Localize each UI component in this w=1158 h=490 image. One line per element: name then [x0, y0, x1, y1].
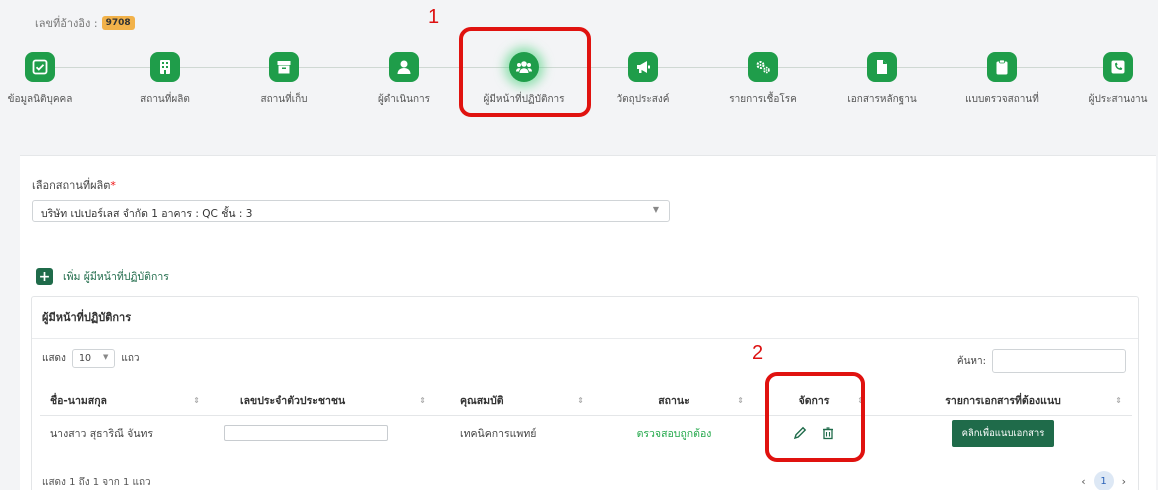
- phone-icon: [1103, 52, 1133, 82]
- step-evidence-docs[interactable]: เอกสารหลักฐาน: [822, 52, 942, 107]
- practitioners-table: ชื่อ-นามสกุล ⇕ เลขประจำตัวประชาชน ⇕ คุณสมบ…: [40, 387, 1132, 451]
- sort-icon: ⇕: [737, 396, 744, 405]
- card-title: ผู้มีหน้าที่ปฏิบัติการ: [32, 297, 1138, 339]
- site-select[interactable]: บริษัท เปเปอร์เลส จำกัด 1 อาคาร : QC ชั้…: [32, 200, 670, 222]
- clipboard-icon: [987, 52, 1017, 82]
- column-header-name[interactable]: ชื่อ-นามสกุล ⇕: [40, 387, 210, 416]
- step-production-site[interactable]: สถานที่ผลิต: [105, 52, 225, 107]
- column-header-qualification[interactable]: คุณสมบัติ ⇕: [436, 387, 594, 416]
- step-label: วัตถุประสงค์: [616, 94, 670, 105]
- cell-national-id: [210, 415, 436, 451]
- megaphone-icon: [628, 52, 658, 82]
- building-icon: [150, 52, 180, 82]
- chevron-down-icon: ▼: [652, 205, 659, 214]
- table-info: แสดง 1 ถึง 1 จาก 1 แถว: [42, 477, 151, 488]
- table-header-row: ชื่อ-นามสกุล ⇕ เลขประจำตัวประชาชน ⇕ คุณสมบ…: [40, 387, 1132, 416]
- length-suffix: แถว: [121, 353, 140, 364]
- step-coordinator[interactable]: ผู้ประสานงาน: [1058, 52, 1158, 107]
- page-length-value: 10: [78, 353, 92, 364]
- step-label: ข้อมูลนิติบุคคล: [7, 94, 73, 105]
- annotation-box-2: [765, 372, 865, 462]
- required-mark: *: [110, 179, 116, 192]
- archive-icon: [269, 52, 299, 82]
- cogs-icon: [748, 52, 778, 82]
- step-label: ผู้ดำเนินการ: [377, 94, 431, 105]
- site-select-label: เลือกสถานที่ผลิต*: [32, 179, 116, 192]
- sort-icon: ⇕: [419, 396, 426, 405]
- cell-status: ตรวจสอบถูกต้อง: [636, 427, 712, 440]
- sort-icon: ⇕: [1115, 396, 1122, 405]
- sort-icon: ⇕: [193, 396, 200, 405]
- pagination: ‹ 1 ›: [1081, 471, 1126, 490]
- step-label: รายการเชื้อโรค: [729, 94, 797, 105]
- step-label: สถานที่ผลิต: [140, 94, 190, 105]
- column-header-status[interactable]: สถานะ ⇕: [594, 387, 754, 416]
- column-header-required-docs[interactable]: รายการเอกสารที่ต้องแนบ ⇕: [874, 387, 1132, 416]
- step-label: ผู้ประสานงาน: [1088, 94, 1148, 105]
- cell-required-docs: คลิกเพื่อแนบเอกสาร: [874, 415, 1132, 451]
- site-select-value: บริษัท เปเปอร์เลส จำกัด 1 อาคาร : QC ชั้…: [41, 208, 253, 220]
- step-purpose[interactable]: วัตถุประสงค์: [583, 52, 703, 107]
- page-button-current[interactable]: 1: [1093, 471, 1114, 490]
- chevron-down-icon: ▼: [103, 353, 109, 361]
- step-label: แบบตรวจสถานที่: [965, 94, 1039, 105]
- cell-qualification: เทคนิคการแพทย์: [460, 427, 537, 440]
- practitioners-card: ผู้มีหน้าที่ปฏิบัติการ แสดง 10 ▼ แถว ค้น…: [31, 296, 1139, 490]
- search-label: ค้นหา:: [956, 355, 986, 367]
- reference-badge: 9708: [101, 16, 135, 30]
- step-pathogen-list[interactable]: รายการเชื้อโรค: [703, 52, 823, 107]
- page-length-control: แสดง 10 ▼ แถว: [42, 349, 140, 368]
- add-practitioner-label: เพิ่ม ผู้มีหน้าที่ปฏิบัติการ: [63, 271, 169, 283]
- table-row: นางสาว สุธาริณี จันทร เทคนิคการแพทย์ ตรว…: [40, 415, 1132, 451]
- step-label: สถานที่เก็บ: [260, 94, 308, 105]
- column-header-national-id[interactable]: เลขประจำตัวประชาชน ⇕: [210, 387, 436, 416]
- cell-name: นางสาว สุธาริณี จันทร: [50, 427, 154, 440]
- attach-documents-button[interactable]: คลิกเพื่อแนบเอกสาร: [951, 419, 1055, 447]
- reference-label: เลขที่อ้างอิง :: [35, 17, 98, 30]
- file-icon: [867, 52, 897, 82]
- table-search: ค้นหา:: [957, 349, 1126, 373]
- plus-icon: +: [36, 268, 53, 285]
- length-prefix: แสดง: [42, 353, 66, 364]
- annotation-number-1: 1: [428, 6, 440, 28]
- annotation-box-1: [459, 27, 591, 117]
- step-operator[interactable]: ผู้ดำเนินการ: [344, 52, 464, 107]
- add-practitioner-button[interactable]: + เพิ่ม ผู้มีหน้าที่ปฏิบัติการ: [36, 268, 169, 285]
- step-label: เอกสารหลักฐาน: [847, 94, 917, 105]
- search-input[interactable]: [992, 349, 1126, 373]
- annotation-number-2: 2: [752, 342, 764, 364]
- page-length-select[interactable]: 10 ▼: [71, 349, 116, 368]
- chevron-left-icon[interactable]: ‹: [1081, 475, 1085, 488]
- check-square-icon: [25, 52, 55, 82]
- reference-number: เลขที่อ้างอิง : 9708: [35, 14, 135, 32]
- step-storage-site[interactable]: สถานที่เก็บ: [224, 52, 344, 107]
- sort-icon: ⇕: [577, 396, 584, 405]
- main-panel: เลือกสถานที่ผลิต* บริษัท เปเปอร์เลส จำกั…: [20, 155, 1156, 490]
- national-id-field[interactable]: [224, 425, 388, 441]
- user-icon: [389, 52, 419, 82]
- chevron-right-icon[interactable]: ›: [1122, 475, 1126, 488]
- step-site-inspection[interactable]: แบบตรวจสถานที่: [942, 52, 1062, 107]
- step-company-info[interactable]: ข้อมูลนิติบุคคล: [0, 52, 100, 107]
